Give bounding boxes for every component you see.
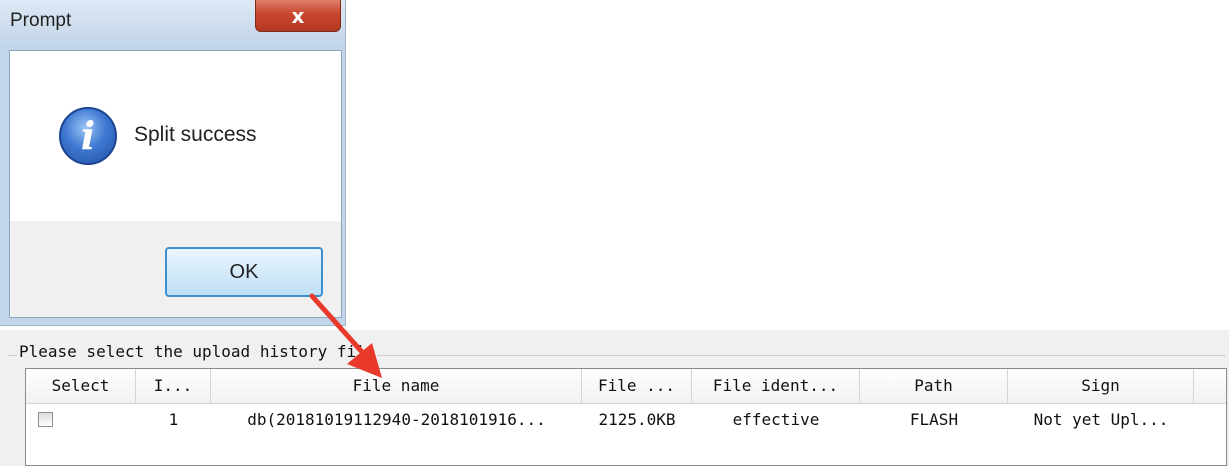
annotation-arrow-icon bbox=[309, 293, 382, 378]
